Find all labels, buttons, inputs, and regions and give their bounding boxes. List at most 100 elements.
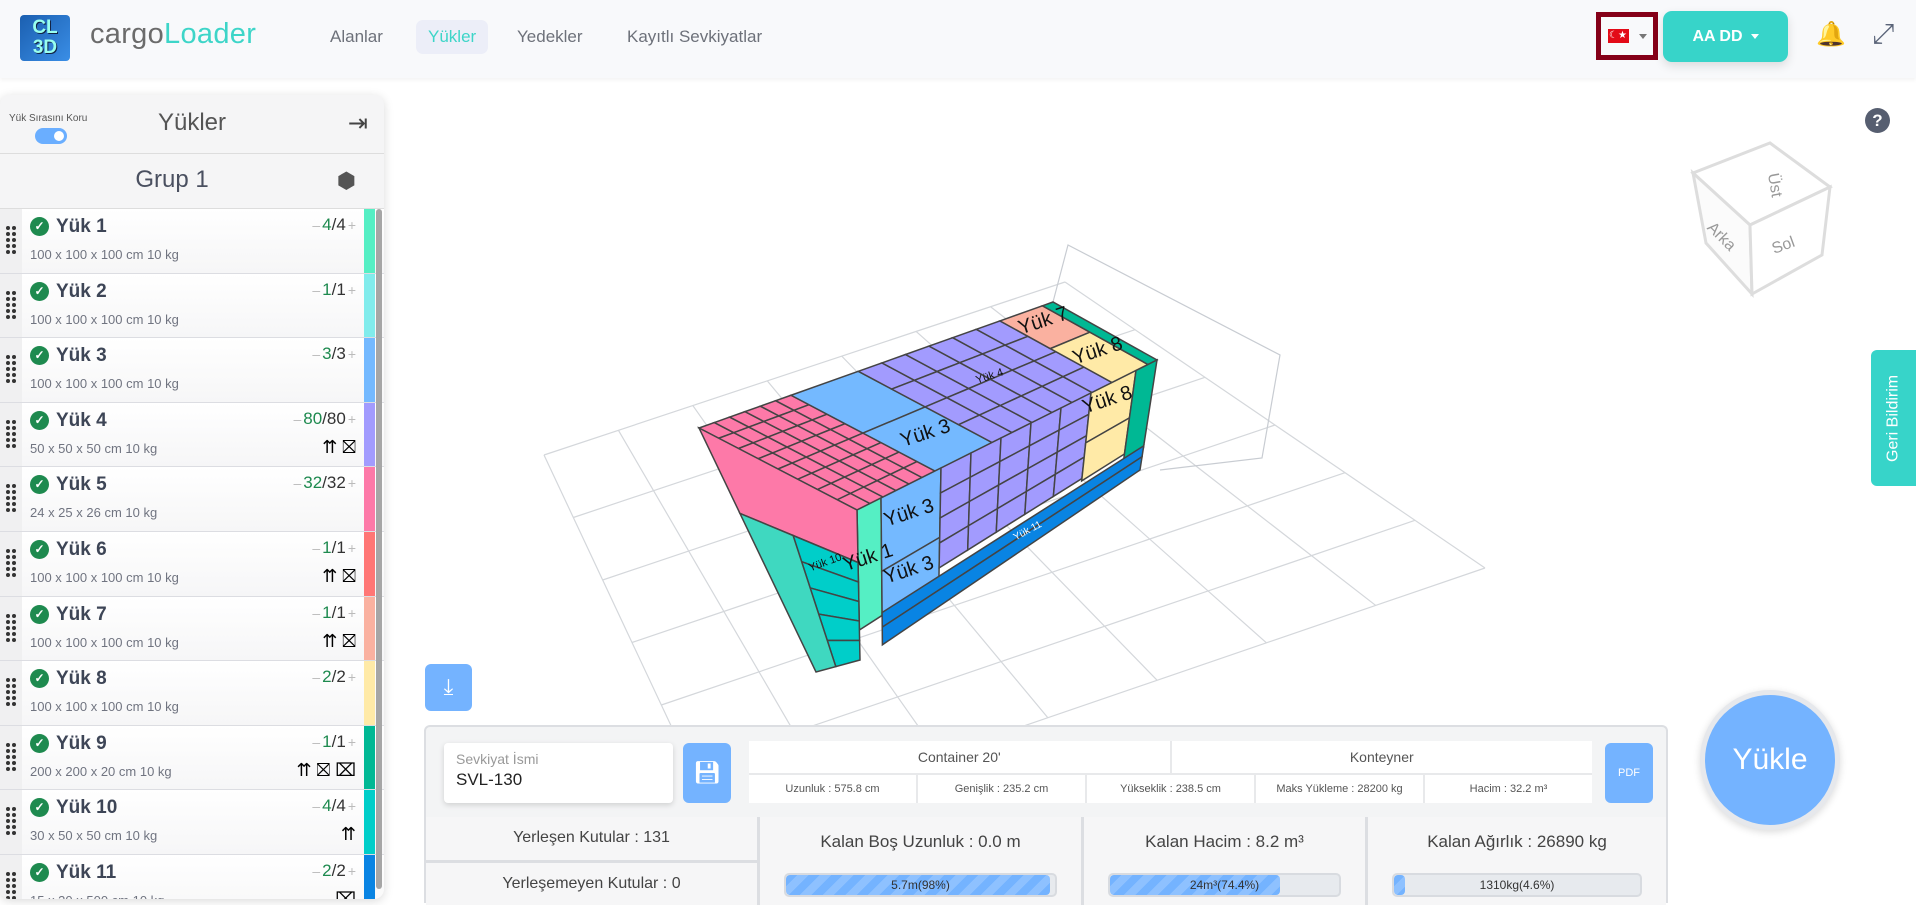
box-yuk-8 <box>1082 418 1130 481</box>
download-button[interactable]: ⤓ <box>425 664 472 711</box>
box-yuk-4 <box>1057 414 1089 452</box>
box-yuk-5 <box>826 461 859 477</box>
load-item[interactable]: ✓ Yük 3 100 x 100 x 100 cm 10 kg –3/3+ <box>0 338 384 403</box>
cube-face-top[interactable]: Üst <box>1764 172 1786 199</box>
load-dimensions: 30 x 50 x 50 cm 10 kg <box>30 828 157 843</box>
box-yuk-4 <box>968 509 998 550</box>
decrement-button[interactable]: – <box>312 798 320 814</box>
increment-button[interactable]: + <box>348 411 356 427</box>
nav-yukler[interactable]: Yükler <box>416 20 488 54</box>
box-yuk-5 <box>773 447 807 463</box>
drag-handle-icon[interactable] <box>0 790 22 854</box>
load-count: –1/1+ <box>310 538 358 558</box>
box-yuk-4 <box>969 462 999 502</box>
load-item[interactable]: ✓ Yük 1 100 x 100 x 100 cm 10 kg –4/4+ <box>0 209 384 274</box>
drag-handle-icon[interactable] <box>0 338 22 402</box>
load-item[interactable]: ✓ Yük 7 100 x 100 x 100 cm 10 kg –1/1+ ⇈… <box>0 597 384 662</box>
drag-handle-icon[interactable] <box>0 403 22 467</box>
app-logo[interactable]: CL 3D <box>20 15 70 61</box>
save-button[interactable]: 💾︎ <box>683 743 731 803</box>
box-yuk-4 <box>1053 457 1084 496</box>
help-icon[interactable]: ? <box>1865 108 1890 133</box>
load-item[interactable]: ✓ Yük 6 100 x 100 x 100 cm 10 kg –1/1+ ⇈… <box>0 532 384 597</box>
collapse-sidebar-icon[interactable]: ⇥ <box>348 109 368 138</box>
language-selector[interactable]: ☾★ <box>1596 12 1658 60</box>
load-item[interactable]: ✓ Yük 8 100 x 100 x 100 cm 10 kg –2/2+ <box>0 661 384 726</box>
load-count: –2/2+ <box>310 667 358 687</box>
increment-button[interactable]: + <box>348 217 356 233</box>
load-item[interactable]: ✓ Yük 11 15 x 30 x 500 cm 10 kg –2/2+ ⌧ <box>0 855 384 899</box>
drag-handle-icon[interactable] <box>0 726 22 790</box>
increment-button[interactable]: + <box>348 605 356 621</box>
increment-button[interactable]: + <box>348 475 356 491</box>
box-yuk-4 <box>960 354 1013 379</box>
orientation-cube[interactable]: Üst Arka Sol <box>1693 143 1830 294</box>
sidebar-scrollbar[interactable] <box>376 209 382 889</box>
save-icon: 💾︎ <box>693 760 721 785</box>
nav-alanlar[interactable]: Alanlar <box>318 20 395 54</box>
placed-count: 1 <box>322 603 331 622</box>
load-item[interactable]: ✓ Yük 4 50 x 50 x 50 cm 10 kg –80/80+ ⇈ … <box>0 403 384 468</box>
add-box-icon[interactable]: ⬢ <box>337 168 356 194</box>
load-item[interactable]: ✓ Yük 2 100 x 100 x 100 cm 10 kg –1/1+ <box>0 274 384 339</box>
load-item[interactable]: ✓ Yük 10 30 x 50 x 50 cm 10 kg –4/4+ ⇈ <box>0 790 384 855</box>
decrement-button[interactable]: – <box>312 734 320 750</box>
drag-handle-icon[interactable] <box>0 532 22 596</box>
shipment-name-label: Sevkiyat İsmi <box>456 751 661 767</box>
cube-face-left[interactable]: Sol <box>1770 234 1798 258</box>
drag-handle-icon[interactable] <box>0 209 22 273</box>
decrement-button[interactable]: – <box>312 863 320 879</box>
load-button[interactable]: Yükle <box>1700 690 1840 830</box>
pdf-button[interactable]: PDF <box>1605 743 1653 803</box>
brand-name[interactable]: cargoLoader <box>90 18 256 51</box>
cube-face-back[interactable]: Arka <box>1704 219 1739 254</box>
group-header: Grup 1 ⬢ <box>0 154 384 209</box>
decrement-button[interactable]: – <box>312 669 320 685</box>
decrement-button[interactable]: – <box>312 605 320 621</box>
floor-grid-line <box>632 425 1275 643</box>
progress-label: 5.7m(98%) <box>786 878 1055 892</box>
shipment-name-field[interactable]: Sevkiyat İsmi SVL-130 <box>444 743 673 803</box>
decrement-button[interactable]: – <box>293 411 301 427</box>
drag-handle-icon[interactable] <box>0 274 22 338</box>
nav-kayitli-sevkiyatlar[interactable]: Kayıtlı Sevkiyatlar <box>615 20 774 54</box>
increment-button[interactable]: + <box>348 798 356 814</box>
decrement-button[interactable]: – <box>312 346 320 362</box>
box-yuk-10 <box>802 562 859 602</box>
load-name: Yük 6 <box>56 539 107 561</box>
nav-yedekler[interactable]: Yedekler <box>505 20 595 54</box>
fullscreen-icon[interactable]: ⤢ <box>1872 18 1894 51</box>
box-yuk-5 <box>877 474 909 490</box>
drag-handle-icon[interactable] <box>0 467 22 531</box>
progress-label: 1310kg(4.6%) <box>1394 878 1640 892</box>
increment-button[interactable]: + <box>348 346 356 362</box>
box-yuk-11 <box>882 457 1142 645</box>
load-item[interactable]: ✓ Yük 5 24 x 25 x 26 cm 10 kg –32/32+ <box>0 467 384 532</box>
decrement-button[interactable]: – <box>293 475 301 491</box>
floor-grid-line <box>693 406 939 756</box>
increment-button[interactable]: + <box>348 669 356 685</box>
box-yuk-4 <box>940 477 970 518</box>
increment-button[interactable]: + <box>348 863 356 879</box>
increment-button[interactable]: + <box>348 540 356 556</box>
increment-button[interactable]: + <box>348 734 356 750</box>
feedback-tab[interactable]: Geri Bildirim <box>1871 350 1916 486</box>
decrement-button[interactable]: – <box>312 540 320 556</box>
drag-handle-icon[interactable] <box>0 597 22 661</box>
floor-grid-line <box>603 377 1205 580</box>
bell-icon[interactable]: 🔔 <box>1816 20 1846 49</box>
decrement-button[interactable]: – <box>312 217 320 233</box>
user-menu-button[interactable]: AA DD <box>1663 11 1788 62</box>
drag-handle-icon[interactable] <box>0 855 22 899</box>
decrement-button[interactable]: – <box>312 282 320 298</box>
drag-handle-icon[interactable] <box>0 661 22 725</box>
increment-button[interactable]: + <box>348 282 356 298</box>
shipment-name-value[interactable]: SVL-130 <box>456 770 661 790</box>
load-item[interactable]: ✓ Yük 9 200 x 200 x 20 cm 10 kg –1/1+ ⇈ … <box>0 726 384 791</box>
scene-box-label: Yük 4 <box>974 366 1004 386</box>
load-count: –2/2+ <box>310 861 358 881</box>
container-info-table: Container 20' Konteyner Uzunluk : 575.8 … <box>749 741 1592 803</box>
group-title: Grup 1 <box>0 166 344 194</box>
load-dimensions: 100 x 100 x 100 cm 10 kg <box>30 699 179 714</box>
load-color-strip <box>364 855 375 899</box>
